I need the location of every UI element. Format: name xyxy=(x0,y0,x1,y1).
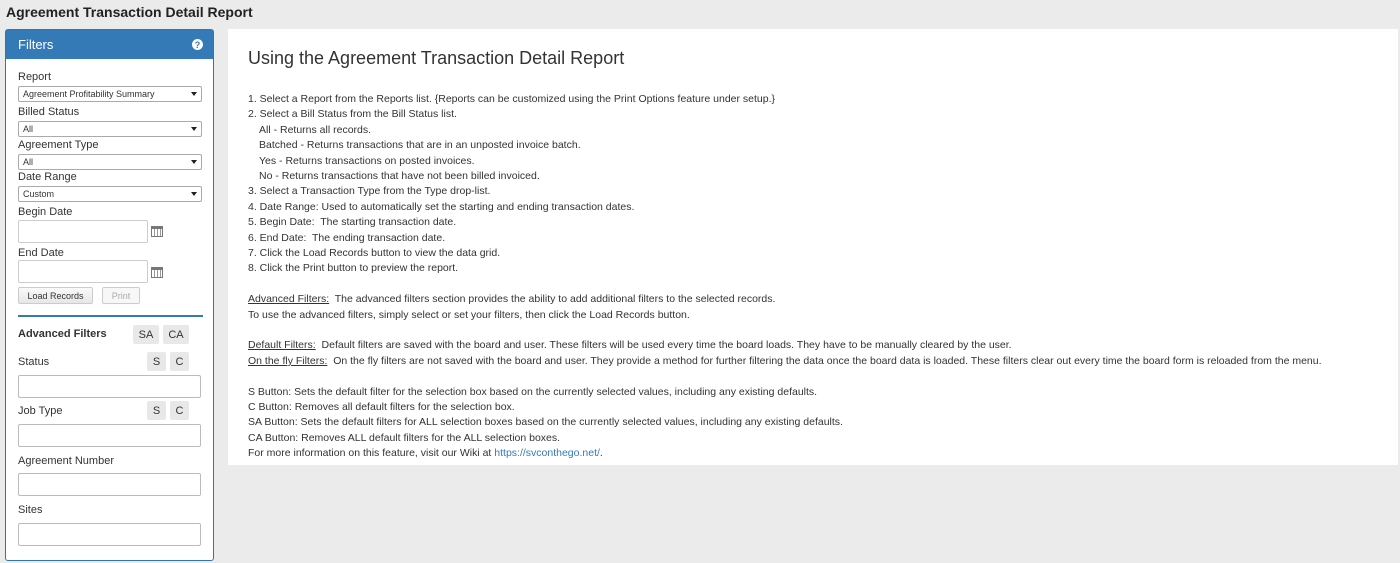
help-icon[interactable]: ? xyxy=(192,39,203,50)
sites-input[interactable] xyxy=(18,523,201,546)
advanced-filters-text: The advanced filters section provides th… xyxy=(329,293,776,306)
button-note: C Button: Removes all default filters fo… xyxy=(248,401,515,414)
ca-button[interactable]: CA xyxy=(163,325,189,344)
default-filters-note: Default Filters: Default filters are sav… xyxy=(248,338,1378,353)
agreement-number-label: Agreement Number xyxy=(18,455,114,467)
job-type-label: Job Type xyxy=(18,405,63,417)
bill-status-option: Yes - Returns transactions on posted inv… xyxy=(259,154,475,167)
agreement-number-input[interactable] xyxy=(18,473,201,496)
date-range-select[interactable]: Custom xyxy=(18,186,202,202)
chevron-down-icon xyxy=(191,127,197,131)
report-select-value: Agreement Profitability Summary xyxy=(23,89,155,99)
report-select[interactable]: Agreement Profitability Summary xyxy=(18,86,202,102)
button-note: CA Button: Removes ALL default filters f… xyxy=(248,431,561,444)
divider xyxy=(18,315,203,317)
sa-button[interactable]: SA xyxy=(133,325,159,344)
fly-filters-text: On the fly filters are not saved with th… xyxy=(327,354,1322,367)
billed-status-select[interactable]: All xyxy=(18,121,202,137)
load-records-button[interactable]: Load Records xyxy=(18,287,93,304)
page-title: Agreement Transaction Detail Report xyxy=(6,4,253,20)
default-filters-term: Default Filters: xyxy=(248,339,316,352)
billed-status-label: Billed Status xyxy=(18,106,80,118)
print-button[interactable]: Print xyxy=(102,287,140,304)
filters-header-title: Filters xyxy=(18,37,54,52)
step-line: 4. Date Range: Used to automatically set… xyxy=(248,200,635,213)
job-type-c-button[interactable]: C xyxy=(170,401,189,420)
bill-status-option: Batched - Returns transactions that are … xyxy=(259,139,581,152)
end-date-label: End Date xyxy=(18,247,64,259)
step-line: 1. Select a Report from the Reports list… xyxy=(248,93,776,105)
bill-status-option: No - Returns transactions that have not … xyxy=(259,170,540,183)
agreement-type-select[interactable]: All xyxy=(18,154,202,170)
begin-date-input[interactable] xyxy=(18,220,148,243)
agreement-type-value: All xyxy=(23,157,34,167)
chevron-down-icon xyxy=(191,92,197,96)
help-content-panel: Using the Agreement Transaction Detail R… xyxy=(228,29,1398,465)
fly-filters-term: On the fly Filters: xyxy=(248,354,328,367)
help-title: Using the Agreement Transaction Detail R… xyxy=(248,48,625,68)
chevron-down-icon xyxy=(191,192,197,196)
calendar-icon[interactable] xyxy=(151,226,163,237)
date-range-label: Date Range xyxy=(18,171,77,183)
default-filters-text: Default filters are saved with the board… xyxy=(315,339,1012,352)
step-line: 2. Select a Bill Status from the Bill St… xyxy=(248,108,457,121)
calendar-icon[interactable] xyxy=(151,267,163,278)
advanced-filters-note: Advanced Filters: The advanced filters s… xyxy=(248,292,1378,307)
button-note: S Button: Sets the default filter for th… xyxy=(248,385,818,398)
step-line: 5. Begin Date: The starting transaction … xyxy=(248,216,457,229)
advanced-filters-term: Advanced Filters: xyxy=(248,293,330,306)
wiki-end: . xyxy=(599,447,603,460)
status-input[interactable] xyxy=(18,375,201,398)
wiki-note: For more information on this feature, vi… xyxy=(248,446,1378,461)
report-label: Report xyxy=(18,71,52,83)
agreement-type-label: Agreement Type xyxy=(18,139,99,151)
fly-filters-note: On the fly Filters: On the fly filters a… xyxy=(248,354,1378,369)
bill-status-option: All - Returns all records. xyxy=(259,123,372,136)
sites-label: Sites xyxy=(18,504,43,516)
begin-date-label: Begin Date xyxy=(18,206,73,218)
step-line: 7. Click the Load Records button to view… xyxy=(248,247,501,260)
wiki-link[interactable]: https://svconthego.net/ xyxy=(494,447,600,459)
end-date-input[interactable] xyxy=(18,260,148,283)
advanced-filters-note-2: To use the advanced filters, simply sele… xyxy=(248,308,690,321)
step-line: 6. End Date: The ending transaction date… xyxy=(248,231,446,244)
step-line: 8. Click the Print button to preview the… xyxy=(248,262,459,275)
chevron-down-icon xyxy=(191,160,197,164)
job-type-input[interactable] xyxy=(18,424,201,447)
status-s-button[interactable]: S xyxy=(147,352,166,371)
help-body: 1. Select a Report from the Reports list… xyxy=(248,92,1378,462)
job-type-s-button[interactable]: S xyxy=(147,401,166,420)
button-note: SA Button: Sets the default filters for … xyxy=(248,416,843,429)
status-c-button[interactable]: C xyxy=(170,352,189,371)
advanced-filters-title: Advanced Filters xyxy=(18,328,107,340)
step-line: 3. Select a Transaction Type from the Ty… xyxy=(248,185,491,198)
billed-status-value: All xyxy=(23,124,34,134)
date-range-value: Custom xyxy=(23,189,55,199)
filters-header: Filters ? xyxy=(6,30,213,59)
status-label: Status xyxy=(18,356,50,368)
wiki-text: For more information on this feature, vi… xyxy=(248,447,495,460)
filters-panel: Filters ? Report Agreement Profitability… xyxy=(5,29,214,561)
